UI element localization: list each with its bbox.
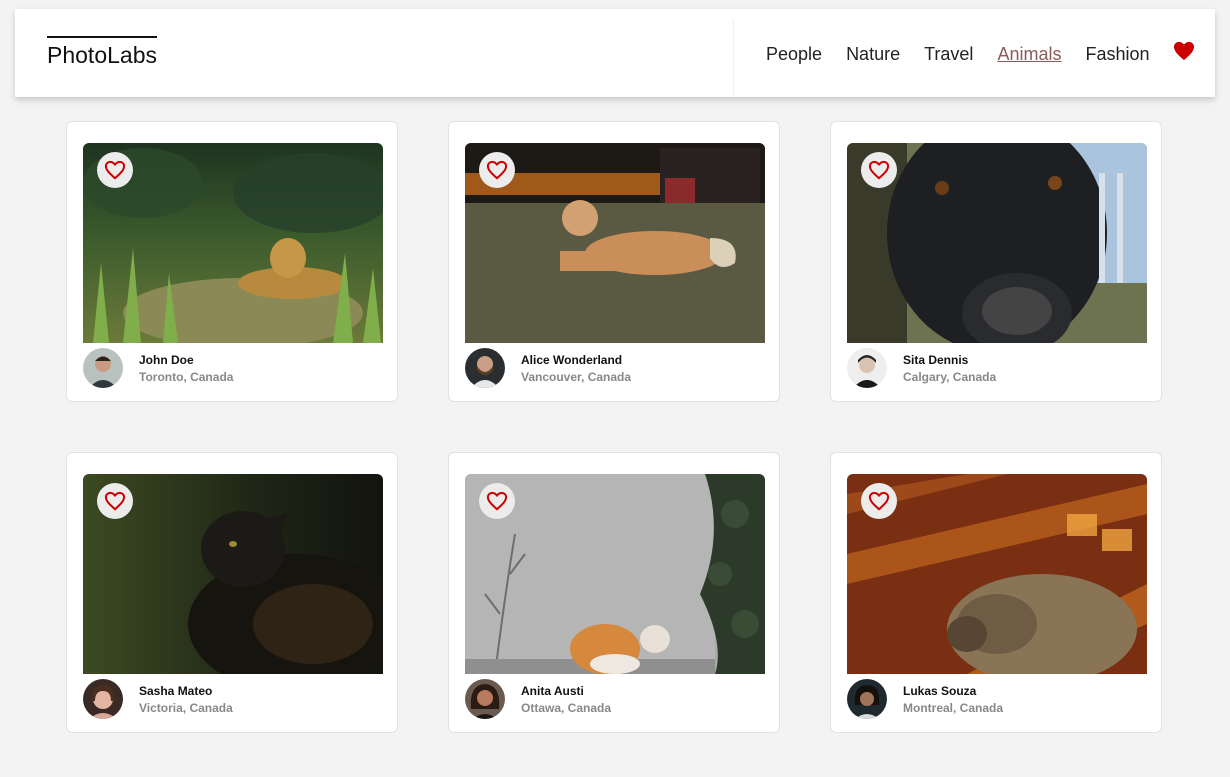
topic-nature[interactable]: Nature <box>846 43 900 65</box>
topic-animals[interactable]: Animals <box>997 43 1061 65</box>
user-name: Sasha Mateo <box>139 684 213 698</box>
heart-filled-icon[interactable] <box>1173 41 1195 61</box>
user-location: Victoria, Canada <box>139 701 233 715</box>
photo-card: Sasha Mateo Victoria, Canada <box>66 452 398 733</box>
topic-people[interactable]: People <box>766 43 822 65</box>
avatar <box>465 348 505 388</box>
user-location: Ottawa, Canada <box>521 701 612 715</box>
heart-outline-icon[interactable] <box>97 152 133 188</box>
user-name: Lukas Souza <box>903 684 977 698</box>
topic-travel[interactable]: Travel <box>924 43 973 65</box>
photo-card: John Doe Toronto, Canada <box>66 121 398 402</box>
avatar <box>847 679 887 719</box>
heart-outline-icon[interactable] <box>479 483 515 519</box>
heart-outline-icon[interactable] <box>861 152 897 188</box>
photo-card: Anita Austi Ottawa, Canada <box>448 452 780 733</box>
user-name: Alice Wonderland <box>521 353 623 367</box>
topic-fashion[interactable]: Fashion <box>1085 43 1149 65</box>
avatar <box>83 679 123 719</box>
avatar <box>465 679 505 719</box>
avatar <box>847 348 887 388</box>
user-location: Calgary, Canada <box>903 370 997 384</box>
avatar <box>83 348 123 388</box>
user-location: Vancouver, Canada <box>521 370 632 384</box>
photo-card: Lukas Souza Montreal, Canada <box>830 452 1162 733</box>
user-location: Montreal, Canada <box>903 701 1004 715</box>
heart-outline-icon[interactable] <box>861 483 897 519</box>
logo[interactable]: PhotoLabs <box>47 36 157 67</box>
topic-list: People Nature Travel Animals Fashion <box>766 43 1174 65</box>
photo-card: Alice Wonderland Vancouver, Canada <box>448 121 780 402</box>
photo-card: Sita Dennis Calgary, Canada <box>830 121 1162 402</box>
user-location: Toronto, Canada <box>139 370 234 384</box>
user-name: John Doe <box>139 353 194 367</box>
nav-divider <box>733 19 734 97</box>
heart-outline-icon[interactable] <box>479 152 515 188</box>
top-navigation-bar: PhotoLabs People Nature Travel Animals F… <box>15 9 1215 97</box>
user-name: Anita Austi <box>521 684 584 698</box>
user-name: Sita Dennis <box>903 353 969 367</box>
heart-outline-icon[interactable] <box>97 483 133 519</box>
